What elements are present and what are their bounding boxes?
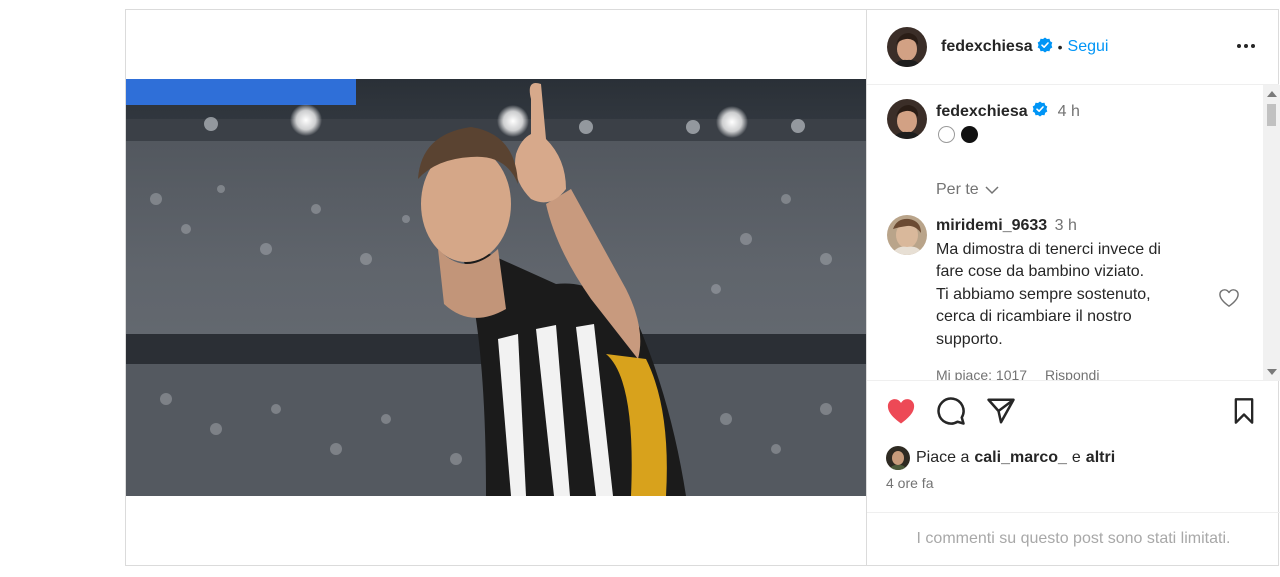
share-send-icon[interactable] (986, 397, 1016, 425)
follow-button[interactable]: Segui (1068, 38, 1109, 56)
white-circle-icon (938, 126, 955, 143)
author-avatar-image (887, 27, 927, 67)
author-username[interactable]: fedexchiesa (941, 38, 1033, 56)
caption-avatar-image (887, 99, 927, 139)
comment-likes-count[interactable]: Mi piace: 1017 (936, 367, 1027, 380)
comment-text-line: supporto. (936, 330, 1003, 348)
liked-by: Piace a cali_marco_ e altri (886, 446, 1115, 470)
author-avatar[interactable] (887, 27, 927, 67)
header-separator: • (1057, 39, 1063, 55)
comment-text-line: Ti abbiamo sempre sostenuto, (936, 285, 1151, 303)
comment-heart-icon[interactable] (1218, 288, 1240, 308)
liked-by-avatar-image (886, 446, 910, 470)
liked-by-prefix: Piace a (916, 449, 970, 466)
comment-item: miridemi_9633 3 h Ma dimostra di tenerci… (887, 215, 1257, 380)
post-actions: Piace a cali_marco_ e altri 4 ore fa (867, 382, 1280, 512)
like-heart-filled-icon[interactable] (886, 397, 916, 425)
post-media (126, 10, 866, 565)
post-header: fedexchiesa • Segui (867, 10, 1279, 85)
comment-text: Ma dimostra di tenerci invece di fare co… (936, 239, 1206, 351)
scroll-up-arrow-icon[interactable] (1267, 91, 1277, 97)
post-sidebar: fedexchiesa • Segui fedexchiesa 4 h Per … (866, 10, 1280, 565)
caption-avatar[interactable] (887, 99, 927, 139)
post-dialog: fedexchiesa • Segui fedexchiesa 4 h Per … (125, 9, 1280, 566)
scroll-down-arrow-icon[interactable] (1267, 369, 1277, 375)
caption-time[interactable]: 4 h (1058, 103, 1080, 121)
verified-badge-icon (1037, 37, 1053, 58)
caption-emoji-row (938, 126, 978, 143)
comment-text-line: fare cose da bambino viziato. (936, 263, 1145, 281)
comment-reply-button[interactable]: Rispondi (1045, 367, 1099, 380)
caption: fedexchiesa 4 h ⚪⚫ (887, 99, 1247, 159)
liked-by-others[interactable]: altri (1086, 449, 1115, 467)
comment-text-line: cerca di ricambiare il nostro (936, 308, 1132, 326)
comments-section[interactable]: fedexchiesa 4 h ⚪⚫ Per te (867, 85, 1280, 381)
comment-avatar[interactable] (887, 215, 927, 255)
caption-verified-badge-icon (1032, 101, 1048, 122)
post-photo[interactable] (126, 79, 866, 496)
liked-by-user[interactable]: cali_marco_ (974, 449, 1067, 467)
scrollbar-thumb[interactable] (1267, 104, 1276, 126)
more-options-icon[interactable] (1237, 44, 1255, 48)
comment-time[interactable]: 3 h (1055, 217, 1077, 234)
chevron-down-icon (985, 186, 999, 195)
comment-username[interactable]: miridemi_9633 (936, 217, 1047, 234)
caption-username[interactable]: fedexchiesa (936, 103, 1028, 121)
comments-scrollbar[interactable] (1263, 85, 1280, 380)
black-circle-icon (961, 126, 978, 143)
player-celebration-photo (126, 79, 866, 496)
liked-by-middle: e (1071, 449, 1081, 466)
comments-filter[interactable]: Per te (936, 181, 1000, 199)
comments-filter-label: Per te (936, 181, 979, 198)
liked-by-avatar[interactable] (886, 446, 910, 470)
comment-bubble-icon[interactable] (936, 396, 966, 426)
comment-text-line: Ma dimostra di tenerci invece di (936, 241, 1161, 258)
bookmark-save-icon[interactable] (1232, 397, 1256, 425)
comments-limited-notice: I commenti su questo post sono stati lim… (867, 512, 1280, 565)
post-timestamp[interactable]: 4 ore fa (886, 475, 933, 491)
comment-avatar-image (887, 215, 927, 255)
